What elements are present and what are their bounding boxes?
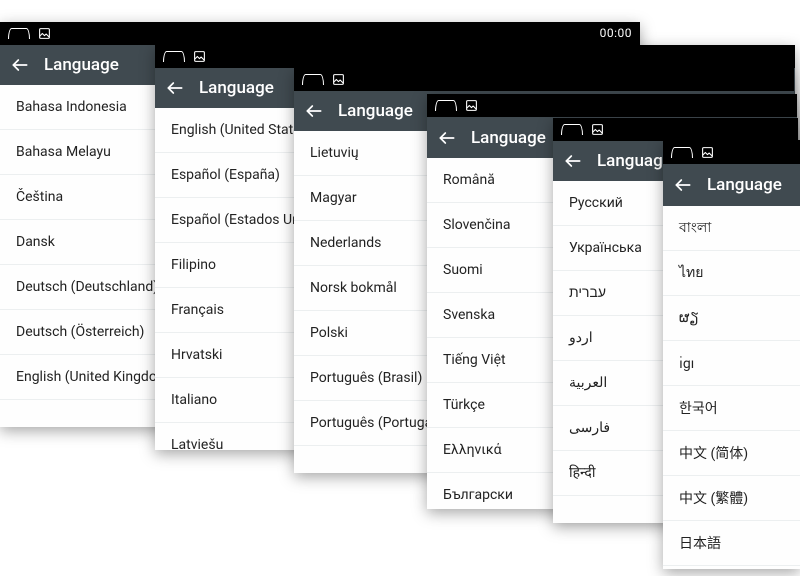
home-icon — [163, 51, 185, 62]
language-row[interactable]: বাংলা — [663, 206, 800, 251]
language-list[interactable]: বাংলাไทยຜຽı̇gı한국어中文 (简体)中文 (繁體)日本語 — [663, 206, 800, 569]
picture-icon — [465, 99, 478, 112]
picture-icon — [701, 146, 714, 159]
status-bar — [294, 68, 794, 91]
status-bar: 00:00 — [0, 22, 640, 45]
status-bar — [155, 45, 795, 68]
page-title: Language — [471, 128, 546, 148]
back-arrow-icon[interactable] — [673, 175, 693, 195]
back-arrow-icon[interactable] — [10, 55, 30, 75]
language-row[interactable]: 日本語 — [663, 521, 800, 566]
home-icon — [8, 28, 30, 39]
home-icon — [561, 124, 583, 135]
language-row[interactable]: 中文 (简体) — [663, 431, 800, 476]
picture-icon — [38, 27, 51, 40]
status-bar — [553, 118, 798, 141]
page-title: Language — [597, 151, 672, 171]
status-clock: 00:00 — [600, 26, 632, 40]
home-icon — [435, 100, 457, 111]
language-row[interactable]: ຜຽ — [663, 296, 800, 341]
home-icon — [302, 74, 324, 85]
back-arrow-icon[interactable] — [563, 151, 583, 171]
title-bar: Language — [663, 164, 800, 206]
status-right: 00:00 — [600, 26, 632, 40]
picture-icon — [193, 50, 206, 63]
status-bar — [427, 94, 797, 117]
home-icon — [671, 147, 693, 158]
language-row[interactable]: ไทย — [663, 251, 800, 296]
page-title: Language — [44, 55, 119, 75]
language-panel: Language বাংলাไทยຜຽı̇gı한국어中文 (简体)中文 (繁體)日… — [663, 140, 800, 569]
page-title: Language — [338, 101, 413, 121]
back-arrow-icon[interactable] — [165, 78, 185, 98]
picture-icon — [332, 73, 345, 86]
language-row[interactable]: ı̇gı — [663, 341, 800, 386]
page-title: Language — [707, 175, 782, 195]
language-row[interactable]: 한국어 — [663, 386, 800, 431]
language-row[interactable]: 中文 (繁體) — [663, 476, 800, 521]
back-arrow-icon[interactable] — [304, 101, 324, 121]
picture-icon — [591, 123, 604, 136]
status-bar — [663, 140, 800, 164]
page-title: Language — [199, 78, 274, 98]
back-arrow-icon[interactable] — [437, 128, 457, 148]
